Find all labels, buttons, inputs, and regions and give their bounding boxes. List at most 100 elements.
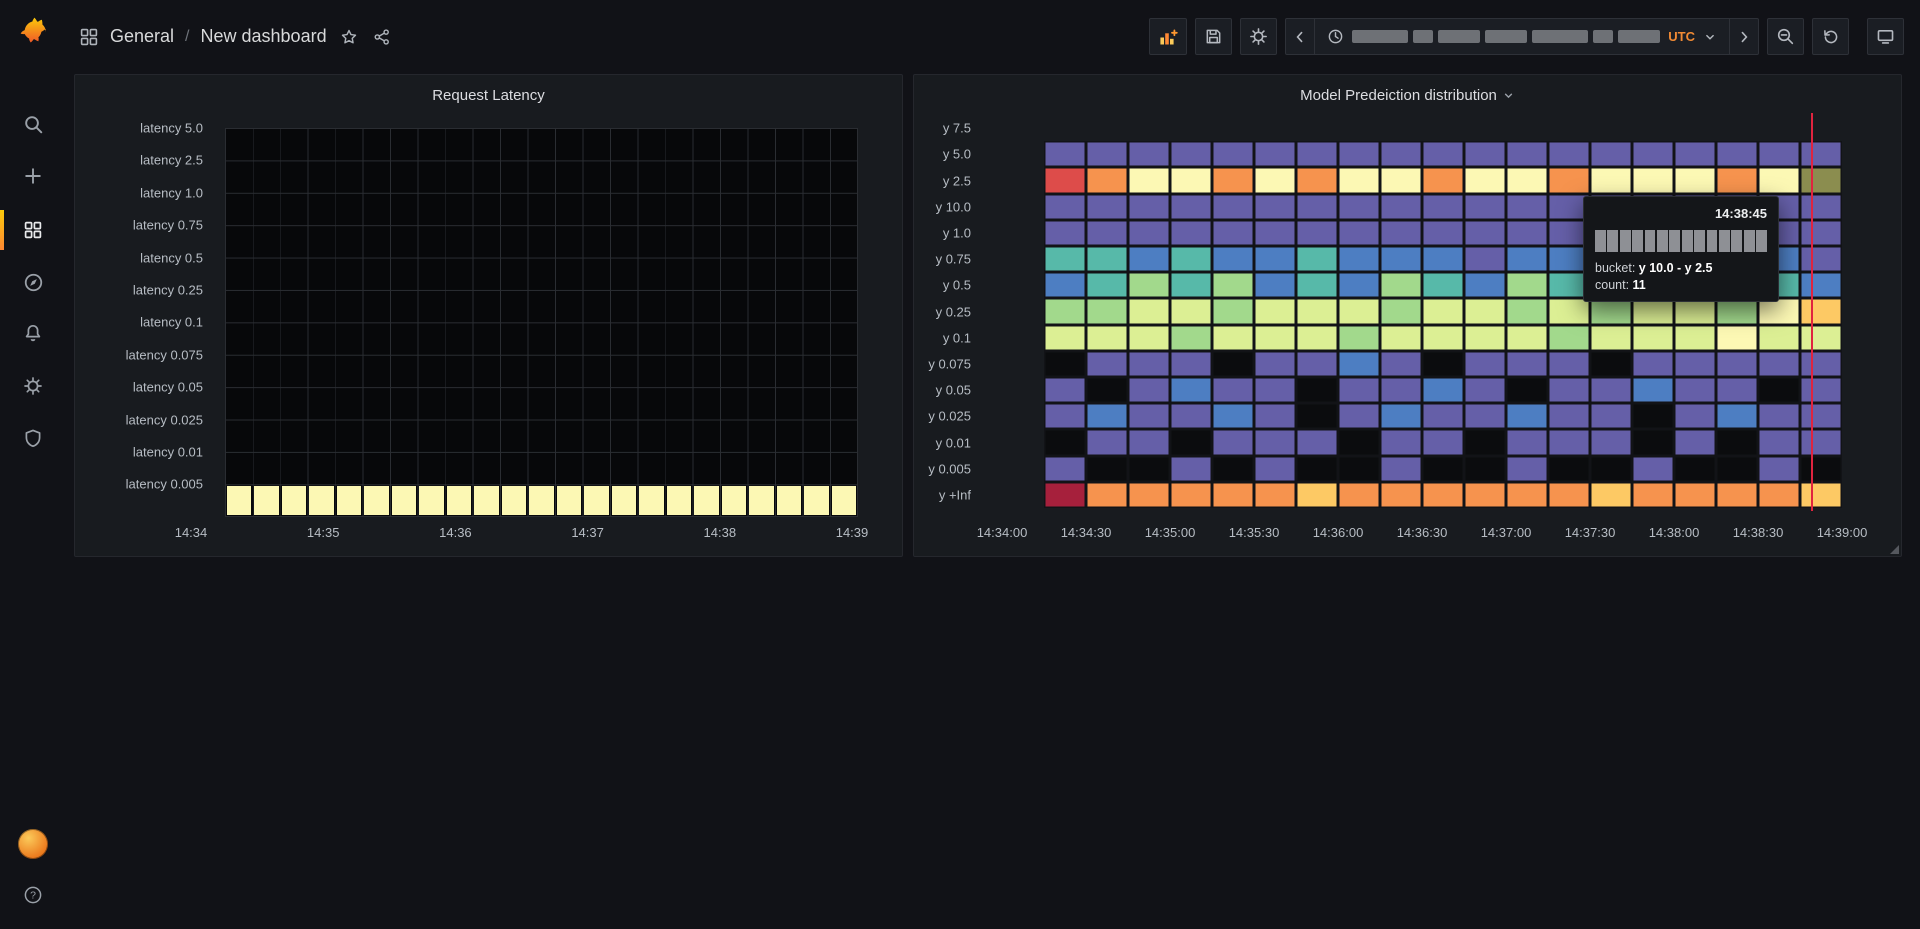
x-axis-label: 14:36:00 [1313,525,1364,540]
time-range-redacted-text [1352,30,1660,43]
tooltip-histogram-bar [1657,230,1668,252]
sidebar-item-alerting[interactable] [13,313,53,353]
tooltip-histogram-bar [1682,230,1693,252]
tooltip-histogram-bar [1595,230,1606,252]
save-dashboard-button[interactable] [1195,18,1232,55]
clock-icon [1327,28,1344,45]
breadcrumb: General / New dashboard [79,26,393,48]
active-nav-indicator [0,210,4,250]
sidebar: ? [0,0,67,929]
refresh-icon [1822,28,1840,46]
panel-request-latency: Request Latency latency 5.0latency 2.5la… [74,74,903,557]
time-range-controls: UTC [1285,18,1759,55]
x-axis-label: 14:37:30 [1565,525,1616,540]
x-axis-label: 14:34:30 [1061,525,1112,540]
caret-down-icon [1703,30,1717,44]
dashboard-toolbar: UTC [1149,18,1904,55]
tooltip-histogram-bar [1707,230,1718,252]
cycle-view-mode-button[interactable] [1867,18,1904,55]
tooltip-count-row: count: 11 [1595,278,1767,292]
gear-icon [1249,27,1268,46]
grafana-flame-icon [15,12,51,48]
tooltip-bucket-value: y 10.0 - y 2.5 [1639,261,1713,275]
chevron-left-icon [1292,29,1308,45]
sidebar-item-dashboards[interactable] [13,210,53,250]
x-axis-label: 14:36 [439,525,472,540]
tooltip-bucket-label: bucket: [1595,261,1635,275]
tooltip-histogram-bar [1731,230,1742,252]
tooltip-histogram-bar [1719,230,1730,252]
share-icon [373,28,391,46]
dashboard-settings-button[interactable] [1240,18,1277,55]
add-panel-button[interactable] [1149,18,1187,55]
sidebar-item-configuration[interactable] [13,366,53,406]
grafana-logo[interactable] [13,10,53,50]
grid-icon [23,220,43,240]
share-button[interactable] [371,26,393,48]
svg-text:?: ? [30,890,36,902]
tooltip-histogram [1595,230,1767,252]
breadcrumb-dashboard-title[interactable]: New dashboard [201,26,327,47]
shield-icon [23,428,43,448]
x-axis-label: 14:35 [307,525,340,540]
grafana-dashboard: { "colors": { "background": "#111217", "… [0,0,1920,929]
sidebar-item-help[interactable]: ? [13,875,53,915]
favorite-button[interactable] [338,26,360,48]
tooltip-count-value: 11 [1633,278,1646,292]
prediction-x-axis: 14:34:00 14:34:30 14:35:00 14:35:30 14:36:00… [914,75,1901,556]
user-avatar [18,829,48,859]
bell-icon [23,323,43,343]
zoom-out-icon [1776,27,1795,46]
tooltip-histogram-bar [1694,230,1705,252]
user-avatar-button[interactable] [13,824,53,864]
heatmap-tooltip: 14:38:45 bucket: y 10.0 - y 2.5 count: 1… [1583,196,1779,302]
tooltip-histogram-bar [1669,230,1680,252]
x-axis-label: 14:39:00 [1817,525,1868,540]
sidebar-item-server-admin[interactable] [13,418,53,458]
chevron-right-icon [1736,29,1752,45]
apps-grid-icon [79,27,99,47]
x-axis-label: 14:38:00 [1649,525,1700,540]
tooltip-histogram-bar [1645,230,1656,252]
star-icon [340,28,358,46]
sidebar-item-search[interactable] [13,104,53,144]
breadcrumb-separator: / [185,28,189,46]
time-range-picker[interactable]: UTC [1314,18,1730,55]
x-axis-label: 14:37 [571,525,604,540]
tooltip-bucket-row: bucket: y 10.0 - y 2.5 [1595,261,1767,275]
tooltip-histogram-bar [1607,230,1618,252]
save-icon [1204,27,1223,46]
panel-resize-handle[interactable] [1890,545,1899,554]
x-axis-label: 14:35:00 [1145,525,1196,540]
x-axis-label: 14:38 [704,525,737,540]
tooltip-timestamp: 14:38:45 [1595,206,1767,221]
breadcrumb-folder[interactable]: General [110,26,174,47]
x-axis-label: 14:35:30 [1229,525,1280,540]
tooltip-histogram-bar [1756,230,1767,252]
time-range-back-button[interactable] [1285,18,1315,55]
tooltip-count-label: count: [1595,278,1629,292]
sidebar-item-explore[interactable] [13,262,53,302]
refresh-button[interactable] [1812,18,1849,55]
add-panel-icon [1158,27,1178,47]
tooltip-histogram-bar [1632,230,1643,252]
gear-icon [23,376,43,396]
compass-icon [23,272,44,293]
tooltip-histogram-bar [1744,230,1755,252]
tooltip-histogram-bar [1620,230,1631,252]
zoom-out-button[interactable] [1767,18,1804,55]
crosshair-line [1811,113,1813,511]
sidebar-item-create[interactable] [13,156,53,196]
search-icon [23,114,44,135]
help-icon: ? [23,885,43,905]
top-navigation-bar: General / New dashboard [67,0,1920,73]
x-axis-label: 14:34 [175,525,208,540]
latency-x-axis: 14:34 14:35 14:36 14:37 14:38 14:39 [75,75,902,556]
time-range-forward-button[interactable] [1729,18,1759,55]
x-axis-label: 14:34:00 [977,525,1028,540]
panel-prediction-distribution: Model Predeiction distribution y 7.5y 5.… [913,74,1902,557]
timezone-label: UTC [1668,29,1695,44]
x-axis-label: 14:36:30 [1397,525,1448,540]
x-axis-label: 14:39 [836,525,869,540]
plus-icon [23,166,43,186]
